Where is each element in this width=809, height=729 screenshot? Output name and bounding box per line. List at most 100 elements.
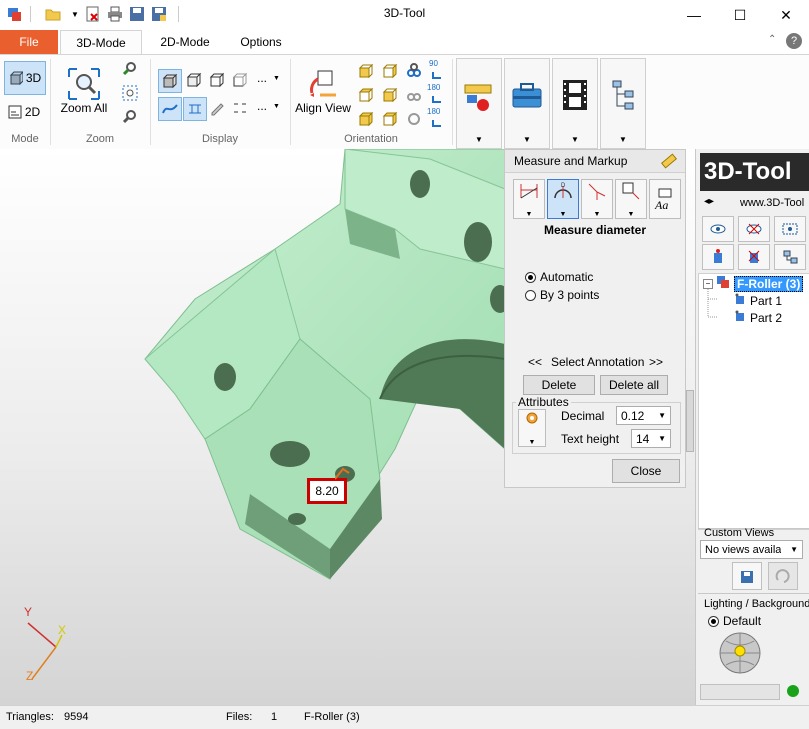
measure-distance-tool[interactable]: ▼ [513, 179, 545, 219]
chevron-down-icon: ▼ [658, 411, 666, 420]
tree-item-part-1[interactable]: Part 1 [750, 294, 782, 308]
zoom-window-icon[interactable] [122, 61, 138, 80]
display-shaded-edges-button[interactable] [183, 69, 205, 91]
delete-part-button[interactable] [738, 244, 770, 270]
zoom-all-button[interactable]: Zoom All [56, 59, 112, 123]
view-side-icon[interactable] [382, 111, 398, 130]
align-view-button[interactable]: Align View [294, 59, 352, 123]
tab-2d-mode[interactable]: 2D-Mode [150, 30, 220, 54]
measure-tool-icon [464, 84, 492, 111]
mode-2d-button[interactable]: 2D [4, 96, 44, 128]
view-front-icon[interactable] [358, 63, 374, 82]
display-hidden-lines-button[interactable] [229, 69, 251, 91]
text-annotation-tool[interactable]: Aa [649, 179, 681, 219]
zoom-box-icon[interactable] [122, 85, 138, 104]
show-parts-button[interactable] [702, 216, 734, 242]
maximize-button[interactable]: ☐ [717, 0, 763, 30]
link-orientation-alt-icon[interactable] [406, 87, 422, 106]
save-view-button[interactable] [732, 562, 762, 590]
axis-x-label: X [58, 623, 67, 637]
delete-all-button[interactable]: Delete all [600, 375, 668, 395]
group-separator [150, 59, 151, 145]
display-markup-button[interactable] [206, 97, 228, 119]
mode-3d-button[interactable]: 3D [4, 61, 46, 95]
display-more-button[interactable]: ... [257, 71, 267, 85]
measure-diameter-tool[interactable]: D ▼ [547, 179, 579, 219]
link-orientation-icon[interactable] [406, 63, 422, 82]
next-annotation-button[interactable]: >> [649, 355, 663, 369]
chevron-down-icon: ▼ [658, 434, 666, 443]
tree-root-item[interactable]: F-Roller (3) [734, 276, 804, 292]
radio-by-3-points-indicator[interactable] [525, 289, 536, 301]
tab-3d-mode[interactable]: 3D-Mode [60, 30, 142, 55]
radio-by-3-points[interactable]: By 3 points [525, 288, 599, 302]
text-height-select[interactable]: 14 ▼ [631, 429, 671, 448]
lighting-default-radio[interactable] [708, 615, 719, 627]
chevron-down-icon[interactable]: ▼ [273, 103, 280, 110]
display-points-button[interactable] [229, 97, 251, 119]
isolate-parts-button[interactable] [774, 216, 806, 242]
display-wireframe-button[interactable] [206, 69, 228, 91]
decimal-select[interactable]: 0.12 ▼ [616, 406, 671, 425]
view-back-icon[interactable] [382, 63, 398, 82]
panel-title: Measure and Markup [514, 154, 628, 168]
delete-button[interactable]: Delete [523, 375, 595, 395]
view-top-icon[interactable] [358, 87, 374, 106]
animation-menu-button[interactable]: ▼ [552, 58, 598, 149]
title-bar: ▼ 3D-Tool — ☐ ✕ [0, 0, 809, 31]
shaded-cube-icon [162, 73, 178, 89]
view-iso-icon[interactable] [358, 111, 374, 130]
zoom-minus-icon[interactable] [122, 109, 138, 128]
structure-options-button[interactable] [774, 244, 806, 270]
close-button[interactable]: ✕ [763, 0, 809, 30]
close-panel-button[interactable]: Close [612, 459, 680, 483]
display-more-button-2[interactable]: ... [257, 99, 267, 113]
rotate-180-label[interactable]: 180 [427, 83, 440, 92]
group-label-orientation: Orientation [344, 133, 398, 145]
attribute-style-button[interactable]: ▼ [518, 409, 546, 447]
display-shaded-button[interactable] [158, 69, 182, 93]
view-bottom-icon[interactable] [382, 87, 398, 106]
display-dimensions-button[interactable] [183, 97, 207, 121]
display-curves-button[interactable] [158, 97, 182, 121]
custom-views-select[interactable]: No views availa ▼ [700, 540, 803, 559]
select-part-button[interactable] [702, 244, 734, 270]
lighting-default-option[interactable]: Default [708, 614, 761, 628]
rotate-90-label[interactable]: 90 [429, 59, 438, 68]
measure-coordinate-tool[interactable]: ▼ [615, 179, 647, 219]
measurement-label[interactable]: 8.20 [307, 478, 347, 504]
rotate-90-icon[interactable] [431, 69, 443, 83]
radio-automatic[interactable]: Automatic [525, 270, 593, 284]
hide-parts-button[interactable] [738, 216, 770, 242]
collapse-ribbon-icon[interactable]: ⌃ [768, 34, 776, 45]
rotate-180b-icon[interactable] [431, 117, 443, 131]
tab-file[interactable]: File [0, 30, 58, 54]
tree-collapse-toggle[interactable]: − [703, 279, 713, 289]
decimal-label: Decimal [561, 409, 605, 423]
measure-angle-tool[interactable]: ▼ [581, 179, 613, 219]
prev-annotation-button[interactable]: << [528, 355, 542, 369]
chevron-down-icon[interactable]: ▼ [273, 75, 280, 82]
reset-view-icon[interactable] [406, 111, 422, 130]
tree-item-part-2[interactable]: Part 2 [750, 311, 782, 325]
radio-automatic-indicator[interactable] [525, 271, 536, 283]
panel-splitter[interactable] [686, 390, 694, 452]
panel-resize-icon[interactable]: ◂▸ [704, 196, 714, 207]
rotate-180-icon[interactable] [431, 93, 443, 107]
website-link[interactable]: www.3D-Tool [740, 197, 804, 209]
rotate-180b-label[interactable]: 180 [427, 107, 440, 116]
measurement-leader-icon [335, 467, 350, 480]
delete-part-icon [748, 250, 760, 263]
hide-icon [746, 223, 762, 235]
minimize-button[interactable]: — [671, 0, 717, 30]
light-globe-icon[interactable] [718, 631, 762, 675]
tool-title: Measure diameter [543, 223, 647, 237]
restore-view-button[interactable] [768, 562, 798, 590]
tab-options[interactable]: Options [228, 30, 294, 54]
measure-markup-menu-button[interactable]: ▼ [456, 58, 502, 149]
save-view-icon [741, 571, 753, 583]
structure-menu-button[interactable]: ▼ [600, 58, 646, 149]
ruler-icon[interactable] [661, 153, 677, 169]
toolbox-menu-button[interactable]: ▼ [504, 58, 550, 149]
help-icon[interactable]: ? [786, 33, 802, 49]
